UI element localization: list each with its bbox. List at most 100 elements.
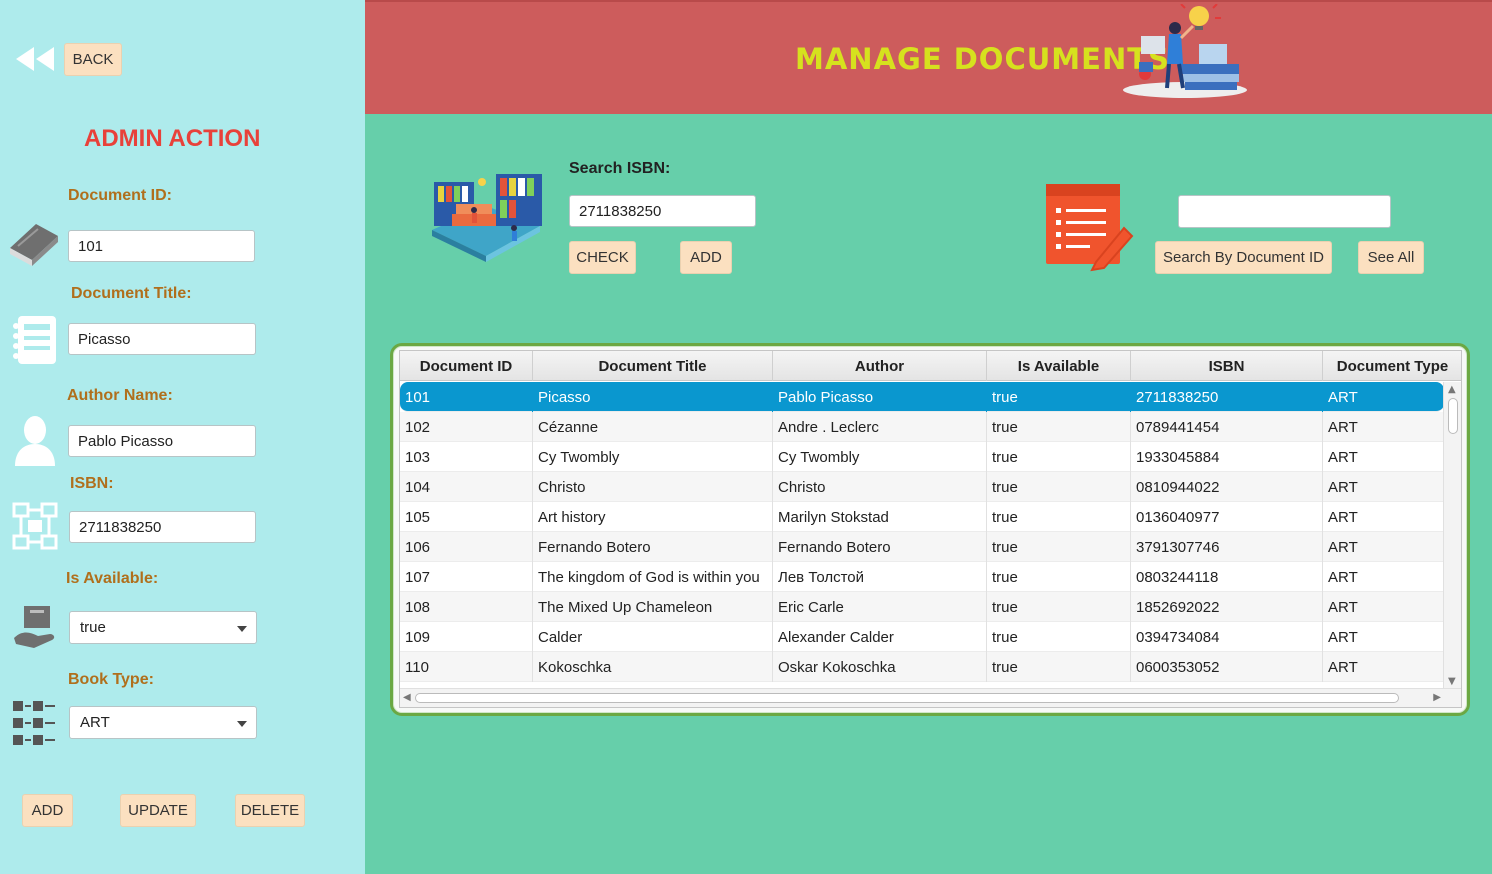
- table-cell: ART: [1323, 382, 1444, 412]
- table-cell: Fernando Botero: [533, 532, 773, 562]
- table-cell: 102: [400, 412, 533, 442]
- table-cell: Лев Толстой: [773, 562, 987, 592]
- chevron-down-icon: [237, 720, 247, 727]
- table-cell: Kokoschka: [533, 652, 773, 682]
- user-icon: [15, 416, 55, 466]
- table-cell: Andre . Leclerc: [773, 412, 987, 442]
- isbn-input[interactable]: 2711838250: [69, 511, 256, 543]
- table-cell: true: [987, 652, 1131, 682]
- table-cell: 1852692022: [1131, 592, 1323, 622]
- table-cell: 0789441454: [1131, 412, 1323, 442]
- delete-document-button[interactable]: DELETE: [235, 794, 305, 827]
- book-type-value: ART: [80, 714, 110, 731]
- table-row[interactable]: 102 Cézanne Andre . Leclerc true 0789441454 A…: [400, 412, 1444, 442]
- table-cell: Art history: [533, 502, 773, 532]
- table-cell: 0600353052: [1131, 652, 1323, 682]
- table-row[interactable]: 103 Cy Twombly Cy Twombly true 1933045884 ART: [400, 442, 1444, 472]
- table-cell: 103: [400, 442, 533, 472]
- table-cell: true: [987, 562, 1131, 592]
- search-isbn-input[interactable]: 2711838250: [569, 195, 756, 227]
- scroll-left-icon[interactable]: ◀: [403, 693, 411, 703]
- table-cell: 2711838250: [1131, 382, 1323, 412]
- document-id-search-input[interactable]: [1178, 195, 1391, 228]
- vertical-scrollbar[interactable]: ▲ ▼: [1443, 382, 1461, 690]
- table-cell: 0136040977: [1131, 502, 1323, 532]
- document-id-label: Document ID:: [68, 187, 172, 204]
- back-button[interactable]: BACK: [64, 43, 122, 76]
- check-button[interactable]: CHECK: [569, 241, 636, 274]
- add-document-button[interactable]: ADD: [22, 794, 73, 827]
- network-icon: [12, 502, 58, 550]
- table-cell: 101: [400, 382, 533, 412]
- table-cell: Oskar Kokoschka: [773, 652, 987, 682]
- table-cell: ART: [1323, 532, 1444, 562]
- table-cell: 109: [400, 622, 533, 652]
- horizontal-scroll-thumb[interactable]: [415, 693, 1399, 703]
- book-type-select[interactable]: ART: [69, 706, 257, 739]
- table-row[interactable]: 106 Fernando Botero Fernando Botero true 379…: [400, 532, 1444, 562]
- table-cell: ART: [1323, 412, 1444, 442]
- column-header[interactable]: Document Title: [533, 351, 773, 381]
- table-cell: 106: [400, 532, 533, 562]
- table-cell: Cy Twombly: [533, 442, 773, 472]
- table-cell: Cy Twombly: [773, 442, 987, 472]
- table-cell: Alexander Calder: [773, 622, 987, 652]
- header-illustration-icon: [1123, 4, 1247, 98]
- table-cell: Calder: [533, 622, 773, 652]
- isbn-label: ISBN:: [70, 475, 114, 492]
- table-cell: true: [987, 382, 1131, 412]
- table-cell: Eric Carle: [773, 592, 987, 622]
- update-document-button[interactable]: UPDATE: [120, 794, 196, 827]
- column-header[interactable]: Is Available: [987, 351, 1131, 381]
- see-all-button[interactable]: See All: [1358, 241, 1424, 274]
- table-cell: Marilyn Stokstad: [773, 502, 987, 532]
- search-by-document-id-button[interactable]: Search By Document ID: [1155, 241, 1332, 274]
- table-row[interactable]: 107 The kingdom of God is within you Лев Т…: [400, 562, 1444, 592]
- table-row[interactable]: 110 Kokoschka Oskar Kokoschka true 060035305…: [400, 652, 1444, 682]
- column-header[interactable]: Document ID: [400, 351, 533, 381]
- table-cell: Cézanne: [533, 412, 773, 442]
- table-row[interactable]: 105 Art history Marilyn Stokstad true 013604…: [400, 502, 1444, 532]
- documents-table[interactable]: Document ID Document Title Author Is Availa…: [399, 350, 1462, 708]
- table-body: 101 Picasso Pablo Picasso true 2711838250 ART…: [400, 382, 1444, 682]
- table-cell: 108: [400, 592, 533, 622]
- document-title-input[interactable]: Picasso: [68, 323, 256, 355]
- document-title-label: Document Title:: [71, 285, 192, 302]
- table-row[interactable]: 101 Picasso Pablo Picasso true 2711838250 ART: [400, 382, 1444, 412]
- author-name-input[interactable]: Pablo Picasso: [68, 425, 256, 457]
- table-cell: true: [987, 442, 1131, 472]
- scroll-down-icon[interactable]: ▼: [1448, 677, 1456, 687]
- table-cell: ART: [1323, 502, 1444, 532]
- column-header[interactable]: Document Type: [1323, 351, 1461, 381]
- column-header[interactable]: ISBN: [1131, 351, 1323, 381]
- chevron-down-icon: [237, 625, 247, 632]
- table-cell: 107: [400, 562, 533, 592]
- scroll-right-icon[interactable]: ▶: [1433, 693, 1441, 703]
- is-available-select[interactable]: true: [69, 611, 257, 644]
- back-arrow-icon[interactable]: [14, 45, 56, 73]
- table-row[interactable]: 108 The Mixed Up Chameleon Eric Carle true 1…: [400, 592, 1444, 622]
- table-cell: true: [987, 472, 1131, 502]
- notebook-icon: [13, 316, 56, 364]
- table-cell: 0394734084: [1131, 622, 1323, 652]
- scroll-up-icon[interactable]: ▲: [1448, 385, 1456, 395]
- document-id-input[interactable]: 101: [68, 230, 255, 262]
- table-row[interactable]: 104 Christo Christo true 0810944022 ART: [400, 472, 1444, 502]
- table-cell: ART: [1323, 442, 1444, 472]
- table-row[interactable]: 109 Calder Alexander Calder true 0394734084 A…: [400, 622, 1444, 652]
- is-available-value: true: [80, 619, 106, 636]
- table-cell: true: [987, 592, 1131, 622]
- table-cell: ART: [1323, 622, 1444, 652]
- vertical-scroll-thumb[interactable]: [1448, 398, 1458, 434]
- add-search-button[interactable]: ADD: [680, 241, 732, 274]
- column-header[interactable]: Author: [773, 351, 987, 381]
- hand-box-icon: [14, 606, 55, 648]
- horizontal-scrollbar[interactable]: ◀ ▶: [400, 688, 1461, 707]
- table-cell: 0810944022: [1131, 472, 1323, 502]
- admin-sidebar: BACK ADMIN ACTION Document ID: 101 Docum…: [0, 0, 365, 874]
- table-cell: 110: [400, 652, 533, 682]
- table-cell: 105: [400, 502, 533, 532]
- table-cell: 1933045884: [1131, 442, 1323, 472]
- document-edit-icon: [1046, 184, 1134, 272]
- table-cell: true: [987, 502, 1131, 532]
